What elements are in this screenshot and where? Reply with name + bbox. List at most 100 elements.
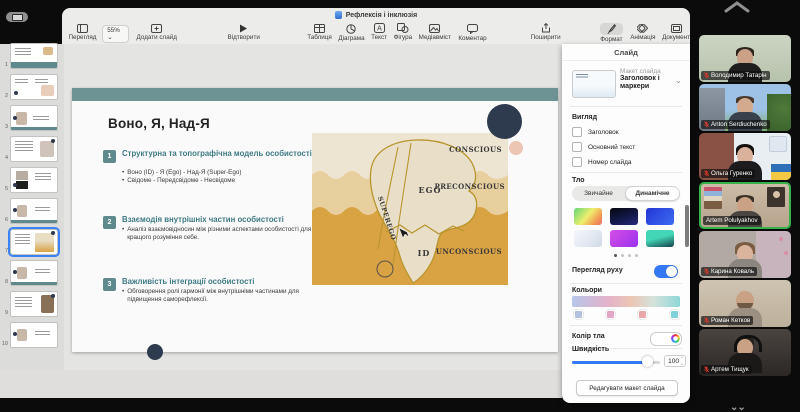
checkbox-row-title[interactable]: Заголовок — [572, 127, 619, 137]
sidebar-view-icon — [77, 24, 88, 33]
slide-layout-selector[interactable]: Макет слайда Заголовок і маркери — [620, 68, 672, 91]
mic-muted-icon — [704, 121, 709, 128]
bg-swatch-magenta[interactable] — [610, 230, 638, 247]
slide-thumbnail-4[interactable] — [10, 136, 58, 162]
point-heading-1[interactable]: Структурна та топографічна модель особис… — [122, 149, 318, 158]
window-scrollbar[interactable] — [685, 205, 689, 247]
slide-thumbnail-10[interactable] — [10, 322, 58, 348]
table-button[interactable]: Таблиця — [307, 24, 332, 41]
segment-dynamic[interactable]: Динамічне — [625, 186, 680, 201]
participant-name-pill: Ольга Гуренко — [701, 169, 755, 178]
play-button[interactable]: Відтворити — [228, 24, 260, 41]
slide-layout-preview[interactable] — [572, 70, 616, 98]
slide-thumbnail-8[interactable] — [10, 260, 58, 286]
toolbar: Перегляд 55% ⌄ Масштаб Додати слайд Відт… — [62, 22, 690, 44]
colors-section-label: Кольори — [572, 287, 602, 294]
bg-swatch-dark[interactable] — [610, 208, 638, 225]
animate-button[interactable]: Анімація — [630, 24, 655, 41]
checkbox-row-body[interactable]: Основний текст — [572, 142, 635, 152]
participant-tile-5[interactable]: Карина Коваль — [699, 231, 791, 278]
participant-tile-6[interactable]: Роман Кетков — [699, 280, 791, 327]
swatch-page-dots[interactable] — [562, 254, 690, 257]
slide-thumbnail-2[interactable] — [10, 74, 58, 100]
bg-swatch-teal[interactable] — [646, 230, 674, 247]
play-icon — [239, 24, 248, 33]
zoom-value[interactable]: 55% ⌄ — [102, 25, 129, 43]
media-button[interactable]: Медіавміст — [419, 24, 451, 41]
layout-value: Заголовок і маркери — [620, 75, 672, 91]
comment-button[interactable]: Коментар — [458, 24, 486, 42]
current-slide[interactable]: Воно, Я, Над-Я 1 Структурна та топографі… — [72, 88, 558, 352]
participant-name-pill: Володимир Татарін — [701, 71, 770, 80]
view-button[interactable]: Перегляд — [69, 24, 97, 41]
slide-number: 9 — [1, 310, 8, 316]
format-panel: Слайд Макет слайда Заголовок і маркери ⌄… — [562, 44, 690, 403]
participant-tile-4-active-speaker[interactable]: Artem Polulyakhov — [699, 182, 791, 229]
decor-navy-circle-bottom — [147, 344, 163, 360]
shape-button[interactable]: Фігура — [394, 23, 413, 41]
participant-tile-2[interactable]: Anton Serdiuchenko — [699, 84, 791, 131]
document-icon — [671, 24, 682, 33]
bg-swatch-pearl[interactable] — [574, 230, 602, 247]
slide-thumbnail-6[interactable] — [10, 198, 58, 224]
speed-stepper[interactable]: ⌃⌄ — [680, 356, 684, 366]
slide-thumbnail-5[interactable] — [10, 167, 58, 193]
gradient-bar[interactable] — [572, 296, 680, 307]
checkbox-body-text[interactable] — [572, 142, 582, 152]
gradient-stop-1[interactable] — [574, 310, 583, 319]
format-brush-icon — [607, 24, 616, 34]
add-slide-icon — [151, 24, 162, 33]
speed-label: Швидкість — [572, 346, 609, 353]
participant-tile-7[interactable]: Артем Тищук — [699, 329, 791, 376]
gradient-stop-2[interactable] — [606, 310, 615, 319]
participant-tile-3[interactable]: Ольга Гуренко — [699, 133, 791, 180]
point-heading-2[interactable]: Взаємодія внутрішніх частин особистості — [122, 215, 332, 224]
point-heading-3[interactable]: Важливість інтеграції особистості — [122, 277, 332, 286]
collapse-gallery-chevron[interactable] — [722, 0, 752, 14]
table-icon — [314, 24, 325, 33]
animate-icon — [637, 24, 648, 33]
screen-share-indicator[interactable] — [6, 12, 28, 22]
point-bullets-3[interactable]: •Обговорення ролі гармонії між внутрішні… — [122, 288, 318, 304]
diagram-label-id: ID — [418, 248, 431, 258]
slide-number: 7 — [1, 248, 8, 254]
slide-thumbnail-3[interactable] — [10, 105, 58, 131]
chart-button[interactable]: Діаграма — [338, 24, 364, 42]
slide-thumbnail-1[interactable] — [10, 43, 58, 69]
segment-standard[interactable]: Звичайне — [572, 186, 625, 201]
speed-slider-knob[interactable] — [642, 356, 653, 367]
gradient-stop-4[interactable] — [670, 310, 679, 319]
format-highlight — [600, 23, 623, 35]
share-button[interactable]: Поширити — [531, 23, 561, 41]
gradient-stop-3[interactable] — [638, 310, 647, 319]
point-bullets-1[interactable]: •Воно (ID) - Я (Ego) - Над-Я (Super-Ego)… — [122, 169, 318, 185]
motion-toggle[interactable] — [654, 265, 678, 278]
slide-title[interactable]: Воно, Я, Над-Я — [108, 116, 210, 131]
add-slide-button[interactable]: Додати слайд — [137, 24, 177, 41]
text-button[interactable]: A Текст — [371, 23, 387, 41]
participant-tile-1[interactable]: Володимир Татарін — [699, 35, 791, 82]
slide-number: 1 — [1, 62, 8, 68]
keynote-doc-icon — [335, 11, 342, 19]
checkbox-row-slide-number[interactable]: Номер слайда — [572, 157, 632, 167]
bg-swatch-blue[interactable] — [646, 208, 674, 225]
participant-name-pill: Anton Serdiuchenko — [701, 120, 770, 129]
slide-thumbnail-9[interactable] — [10, 291, 58, 317]
mic-muted-icon — [704, 366, 709, 373]
point-number-1: 1 — [103, 150, 116, 163]
format-button[interactable]: Формат — [600, 23, 623, 43]
chevron-down-icon[interactable]: ⌄ — [675, 76, 682, 85]
edit-layout-button[interactable]: Редагувати макет слайда — [576, 380, 678, 396]
checkbox-slide-number[interactable] — [572, 157, 582, 167]
mic-muted-icon — [704, 317, 709, 324]
slide-thumbnail-7-selected[interactable] — [10, 229, 58, 255]
bg-swatch-rainbow[interactable] — [574, 208, 602, 225]
slide-number: 4 — [1, 155, 8, 161]
point-bullets-2[interactable]: •Аналіз взаємовідносин між різними аспек… — [122, 226, 318, 242]
mic-muted-icon — [704, 72, 709, 79]
bg-color-well[interactable] — [650, 332, 682, 346]
document-button[interactable]: Документ — [662, 24, 690, 41]
checkbox-title[interactable] — [572, 127, 582, 137]
bg-color-label: Колір тла — [572, 333, 605, 340]
iceberg-diagram[interactable]: EGO ID SUPEREGO CONSCIOUS PRECONSCIOUS U… — [312, 133, 508, 285]
